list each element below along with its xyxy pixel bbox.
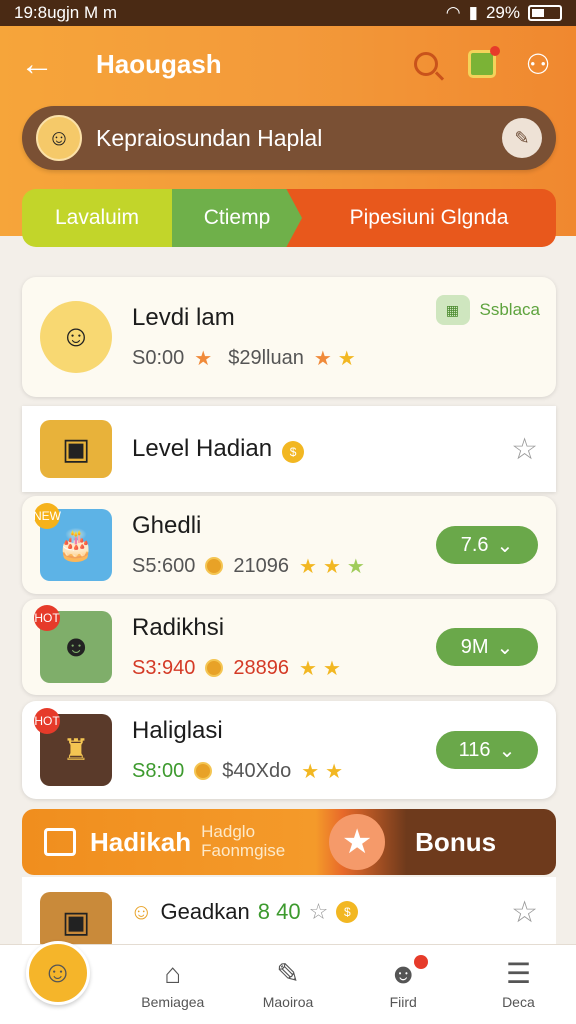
- item-price: S8:00: [132, 759, 185, 782]
- page-title: Haougash: [96, 48, 222, 79]
- hot-badge: HOT: [34, 605, 60, 631]
- coin-icon: $: [336, 901, 359, 923]
- list-item[interactable]: ♜ HOT Haliglasi S8:00 $40Xdo ★★ 116 ⌄: [22, 701, 556, 799]
- top-bar: ← Haougash ⚇: [0, 26, 576, 102]
- game-icon: ▣: [40, 420, 112, 478]
- notification-dot: [490, 46, 500, 56]
- chevron-down-icon: ⌄: [496, 534, 514, 557]
- scene-icon: ♜ HOT: [34, 708, 112, 786]
- tab-1[interactable]: Lavaluim: [22, 189, 172, 247]
- rating-stars: ★★: [301, 760, 350, 783]
- emoji-icon: ☺: [130, 899, 153, 924]
- edit-icon: ✎: [276, 957, 300, 989]
- action-button[interactable]: 116 ⌄: [436, 731, 538, 769]
- item-count: $40Xdo: [222, 759, 292, 782]
- item-name: Ghedli: [132, 511, 202, 539]
- coin-icon: [205, 659, 224, 677]
- action-button[interactable]: 9M ⌄: [436, 628, 538, 666]
- new-badge: NEW: [33, 503, 61, 529]
- item-name: Level Hadian: [132, 435, 273, 462]
- item-count: $29lluan: [228, 346, 304, 369]
- coin-icon: $: [282, 441, 305, 463]
- chevron-down-icon: ⌄: [498, 739, 516, 762]
- menu-icon: ☰: [505, 957, 531, 989]
- game-icon: ▣: [40, 892, 112, 947]
- bonus-subtitle: Hadglo Faonmgise: [201, 822, 286, 860]
- back-arrow-icon[interactable]: ←: [20, 47, 60, 81]
- star-icon: ★: [329, 814, 386, 870]
- cake-icon: 🎂 NEW: [33, 503, 112, 581]
- tab-2[interactable]: Ctiemp: [172, 189, 302, 247]
- search-submit-icon[interactable]: ✎: [502, 118, 542, 158]
- avatar-icon: ☺: [40, 301, 112, 373]
- bonus-banner[interactable]: Hadikah Hadglo Faonmgise ★ Bonus: [22, 809, 556, 875]
- list-item[interactable]: ☺ Levdi lam S0:00 ★ $29lluan ★★ ▦ Ssblac…: [22, 277, 556, 397]
- bonus-label: Bonus: [415, 826, 497, 857]
- favorite-star-icon[interactable]: ☆: [511, 895, 538, 930]
- gallery-button[interactable]: [464, 46, 500, 82]
- list-item[interactable]: ▣ Level Hadian $ ☆: [22, 406, 556, 492]
- list-item[interactable]: ☻ HOT Radikhsi S3:940 28896 ★★ 9M ⌄: [22, 599, 556, 695]
- item-price: S0:00: [132, 346, 185, 369]
- notification-dot: [413, 955, 428, 969]
- item-price: S3:940: [132, 656, 196, 679]
- avatar-icon: ☺: [36, 115, 82, 161]
- avatar-icon: ☺: [25, 940, 90, 1005]
- nav-edit[interactable]: ✎ Maoiroa: [230, 945, 345, 1024]
- item-name: Radikhsi: [132, 613, 225, 641]
- nav-profile[interactable]: ☺: [0, 940, 115, 1024]
- tab-3[interactable]: Pipesiuni Glgnda: [286, 189, 556, 247]
- favorite-star-icon[interactable]: ☆: [511, 432, 538, 467]
- search-bar[interactable]: ☺ Kepraiosundan Haplal ✎: [22, 106, 556, 170]
- home-icon: ⌂: [164, 957, 182, 989]
- battery-icon: [528, 5, 562, 21]
- item-count: 21096: [233, 554, 290, 577]
- item-name: Haliglasi: [132, 716, 223, 744]
- star-outline-icon: ☆: [308, 899, 329, 924]
- search-button[interactable]: [408, 46, 444, 82]
- bottom-nav: ☺ ⌂ Bemiagea ✎ Maoiroa ☻ Fiird ☰ Deca: [0, 940, 576, 1024]
- status-chip[interactable]: ▦ Ssblaca: [435, 295, 540, 325]
- grid-icon: [44, 828, 76, 856]
- action-button[interactable]: 7.6 ⌄: [436, 526, 538, 564]
- status-time: 19:8ugjn M m: [14, 3, 117, 22]
- star-icon: ★: [194, 347, 219, 370]
- grid-icon: ▦: [435, 295, 470, 325]
- rating-stars: ★★: [299, 657, 347, 680]
- profile-button[interactable]: ⚇: [520, 46, 556, 82]
- rating-stars: ★★★: [299, 555, 371, 578]
- nav-friends[interactable]: ☻ Fiird: [346, 945, 461, 1024]
- list-item[interactable]: ▣ ☺ Geadkan 8 40 ☆ $ ☆: [22, 877, 556, 947]
- rating-stars: ★★: [313, 347, 362, 370]
- list-item[interactable]: 🎂 NEW Ghedli S5:600 21096 ★★★ 7.6 ⌄: [22, 496, 556, 594]
- search-icon: [414, 52, 438, 76]
- search-input[interactable]: Kepraiosundan Haplal: [82, 125, 502, 152]
- people-icon: ☻ HOT: [34, 605, 112, 683]
- hot-badge: HOT: [34, 708, 60, 734]
- battery-percent: 29%: [485, 3, 520, 22]
- nav-menu[interactable]: ☰ Deca: [461, 945, 576, 1024]
- signal-icon: ▮: [468, 3, 478, 22]
- coin-icon: [194, 762, 213, 780]
- nav-home[interactable]: ⌂ Bemiagea: [115, 945, 230, 1024]
- bonus-title: Hadikah: [90, 826, 192, 857]
- people-icon: ⚇: [525, 48, 551, 80]
- item-name: Geadkan: [160, 899, 250, 924]
- item-value: 8 40: [257, 899, 301, 924]
- segmented-tabs: Lavaluim Ctiemp Pipesiuni Glgnda: [22, 189, 556, 247]
- item-price: S5:600: [132, 554, 196, 577]
- wifi-icon: ◠: [445, 3, 461, 22]
- chevron-down-icon: ⌄: [496, 636, 514, 659]
- status-bar: 19:8ugjn M m ◠ ▮ 29%: [0, 0, 576, 26]
- coin-icon: [205, 557, 224, 575]
- item-count: 28896: [233, 656, 290, 679]
